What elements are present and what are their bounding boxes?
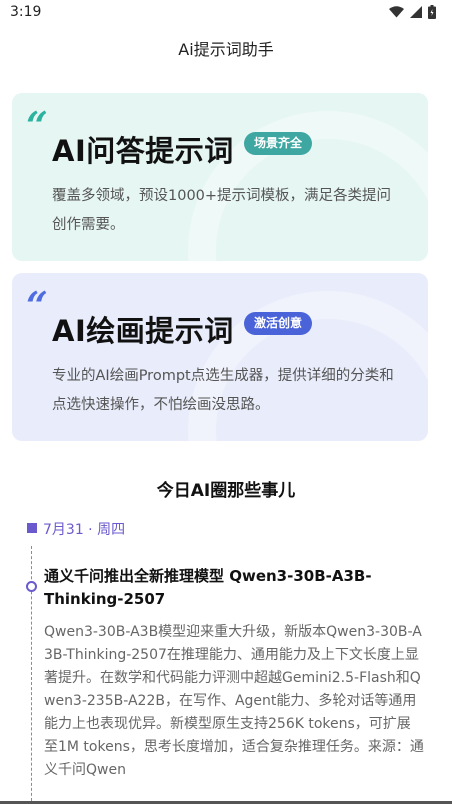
card-description: 专业的AI绘画Prompt点选生成器，提供详细的分类和点选快速操作，不怕绘画没思… xyxy=(52,368,394,413)
card-badge: 激活创意 xyxy=(244,312,313,335)
cell-signal-icon xyxy=(410,6,422,18)
timeline-date: 7月31 · 周四 xyxy=(43,522,126,538)
timeline-dot-icon xyxy=(26,581,37,592)
wifi-icon xyxy=(389,6,404,18)
news-section-title: 今日AI圈那些事儿 xyxy=(156,481,296,501)
app-screen: 3:19 Ai提示词助手 “ AI问答提示词 场景齐全 覆盖多领域，预设1000… xyxy=(0,0,452,804)
draw-prompts-card[interactable]: “ AI绘画提示词 激活创意 专业的AI绘画Prompt点选生成器，提供详细的分… xyxy=(12,273,428,441)
page-title: Ai提示词助手 xyxy=(178,40,274,59)
card-title: AI绘画提示词 xyxy=(52,314,234,348)
quote-icon: “ xyxy=(26,283,48,328)
card-title: AI问答提示词 xyxy=(52,134,234,168)
quote-icon: “ xyxy=(26,103,48,148)
status-bar: 3:19 xyxy=(0,0,452,26)
status-icons xyxy=(389,5,436,19)
news-item-body: Qwen3-30B-A3B模型迎来重大升级，新版本Qwen3-30B-A3B-T… xyxy=(44,624,424,778)
card-badge: 场景齐全 xyxy=(244,132,313,155)
status-time: 3:19 xyxy=(10,4,42,20)
battery-icon xyxy=(428,5,436,19)
card-description: 覆盖多领域，预设1000+提示词模板，满足各类提问创作需要。 xyxy=(52,188,392,233)
date-marker-icon xyxy=(27,523,37,533)
news-item-title[interactable]: 通义千问推出全新推理模型 Qwen3-30B-A3B-Thinking-2507 xyxy=(44,565,404,611)
qa-prompts-card[interactable]: “ AI问答提示词 场景齐全 覆盖多领域，预设1000+提示词模板，满足各类提问… xyxy=(12,93,428,261)
